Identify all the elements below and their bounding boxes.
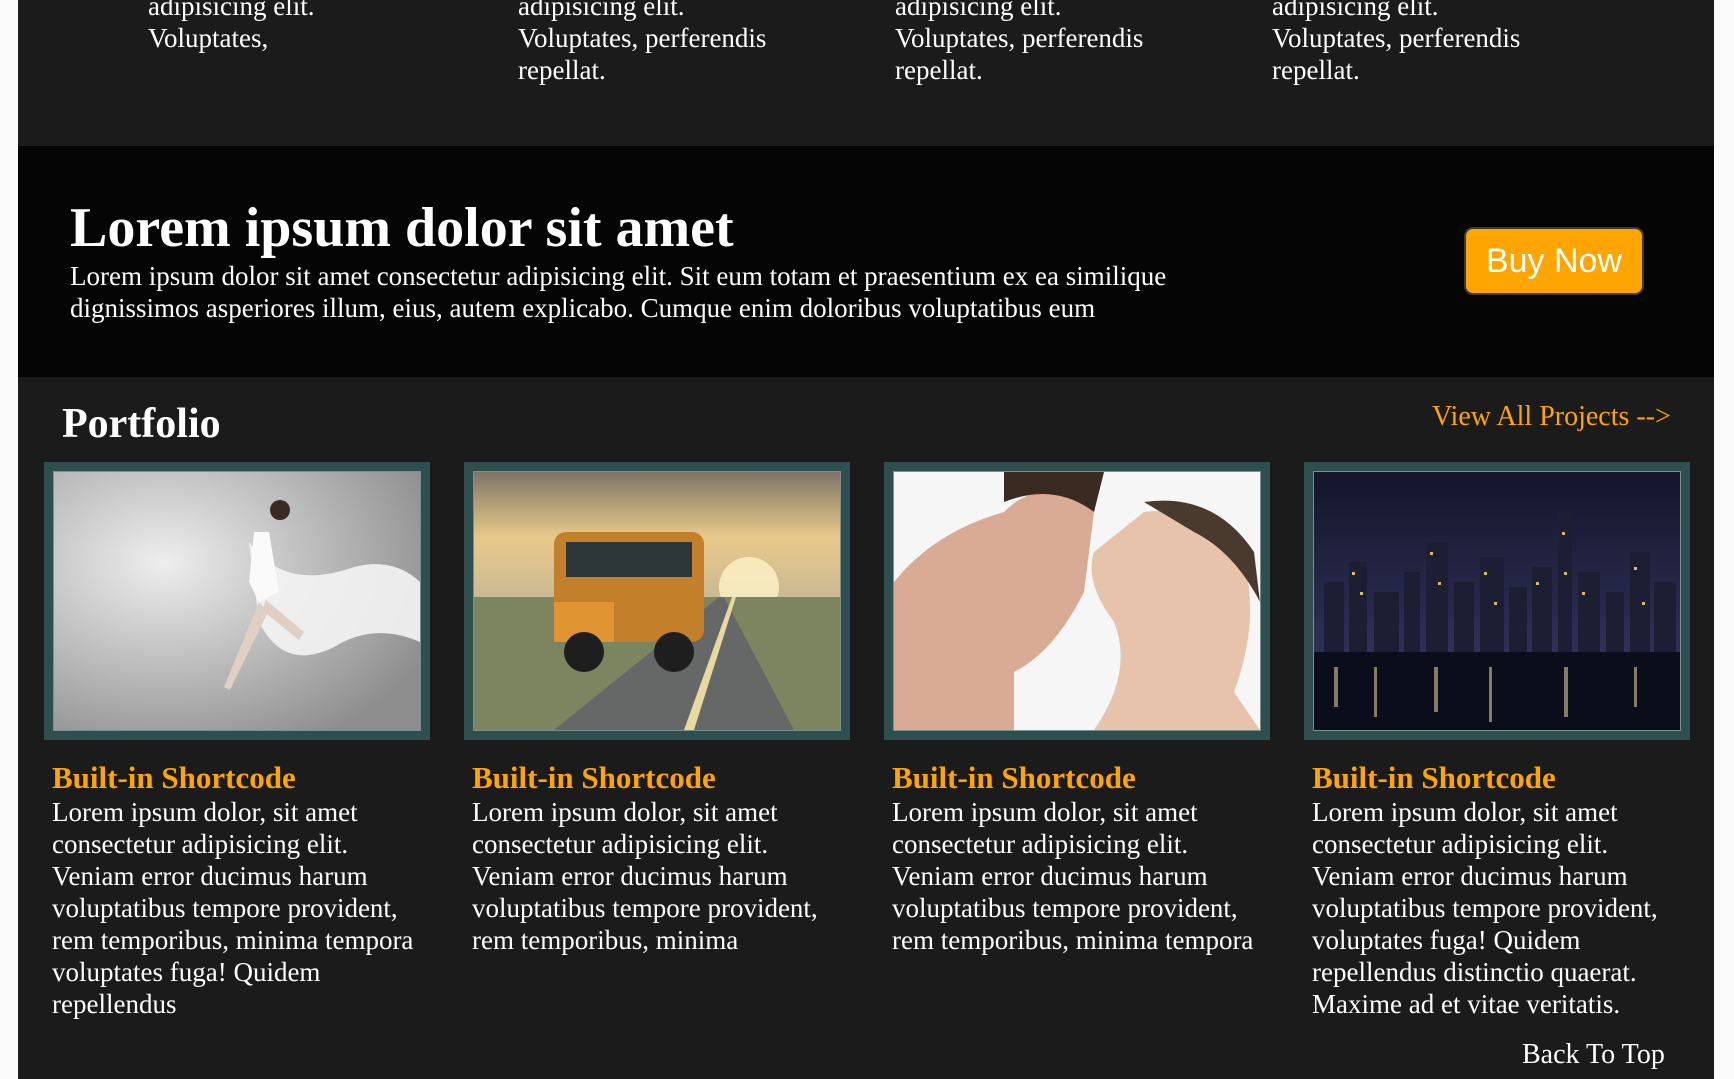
portfolio-card: Built-in Shortcode Lorem ipsum dolor, si… — [464, 462, 850, 956]
feature-line: repellat. — [518, 55, 606, 85]
promo-banner: Lorem ipsum dolor sit amet Lorem ipsum d… — [18, 146, 1714, 377]
feature-column: adipisicing elit. Voluptates, — [148, 0, 448, 54]
feature-line: adipisicing elit. — [895, 0, 1062, 21]
couple-image-graphic — [894, 472, 1260, 730]
feature-column: adipisicing elit. Voluptates, perferendi… — [1272, 0, 1572, 86]
promo-title: Lorem ipsum dolor sit amet — [70, 197, 734, 259]
feature-line: adipisicing elit. — [1272, 0, 1439, 21]
card-text: Lorem ipsum dolor, sit amet consectetur … — [472, 797, 818, 955]
page: adipisicing elit. Voluptates, adipisicin… — [18, 0, 1714, 1079]
bus-image[interactable] — [473, 471, 841, 731]
card-title[interactable]: Built-in Shortcode — [52, 760, 430, 796]
features-strip: adipisicing elit. Voluptates, adipisicin… — [18, 0, 1714, 146]
thumbnail-frame[interactable] — [464, 462, 850, 740]
portfolio-card: Built-in Shortcode Lorem ipsum dolor, si… — [1304, 462, 1690, 1020]
view-all-projects-link[interactable]: View All Projects --> — [1432, 397, 1671, 437]
feature-line: Voluptates, perferendis — [518, 23, 767, 53]
feature-line: repellat. — [1272, 55, 1360, 85]
promo-text: Lorem ipsum dolor sit amet consectetur a… — [70, 261, 1167, 323]
card-title[interactable]: Built-in Shortcode — [1312, 760, 1690, 796]
card-title[interactable]: Built-in Shortcode — [892, 760, 1270, 796]
feature-column: adipisicing elit. Voluptates, perferendi… — [518, 0, 818, 86]
feature-line: Voluptates, perferendis — [1272, 23, 1521, 53]
feature-line: repellat. — [895, 55, 983, 85]
feature-line: Voluptates, perferendis — [895, 23, 1144, 53]
couple-image[interactable] — [893, 471, 1261, 731]
card-text: Lorem ipsum dolor, sit amet consectetur … — [52, 797, 414, 1019]
feature-line: Voluptates, — [148, 23, 269, 53]
back-to-top-link[interactable]: Back To Top — [1522, 1038, 1665, 1072]
portfolio-section: Portfolio View All Projects --> Built-in… — [18, 377, 1714, 1079]
thumbnail-frame[interactable] — [1304, 462, 1690, 740]
feature-line: adipisicing elit. — [518, 0, 685, 21]
bus-image-graphic — [474, 472, 840, 730]
card-title[interactable]: Built-in Shortcode — [472, 760, 850, 796]
card-text: Lorem ipsum dolor, sit amet consectetur … — [1312, 797, 1658, 1019]
portfolio-title: Portfolio — [62, 401, 221, 447]
buy-now-button[interactable]: Buy Now — [1464, 227, 1644, 295]
city-night-image-graphic — [1314, 472, 1680, 730]
portfolio-card: Built-in Shortcode Lorem ipsum dolor, si… — [44, 462, 430, 1020]
card-text: Lorem ipsum dolor, sit amet consectetur … — [892, 797, 1254, 955]
dancer-image-graphic — [54, 472, 420, 730]
city-night-image[interactable] — [1313, 471, 1681, 731]
dancer-image[interactable] — [53, 471, 421, 731]
portfolio-card: Built-in Shortcode Lorem ipsum dolor, si… — [884, 462, 1270, 956]
feature-column: adipisicing elit. Voluptates, perferendi… — [895, 0, 1195, 86]
feature-line: adipisicing elit. — [148, 0, 315, 21]
thumbnail-frame[interactable] — [44, 462, 430, 740]
thumbnail-frame[interactable] — [884, 462, 1270, 740]
